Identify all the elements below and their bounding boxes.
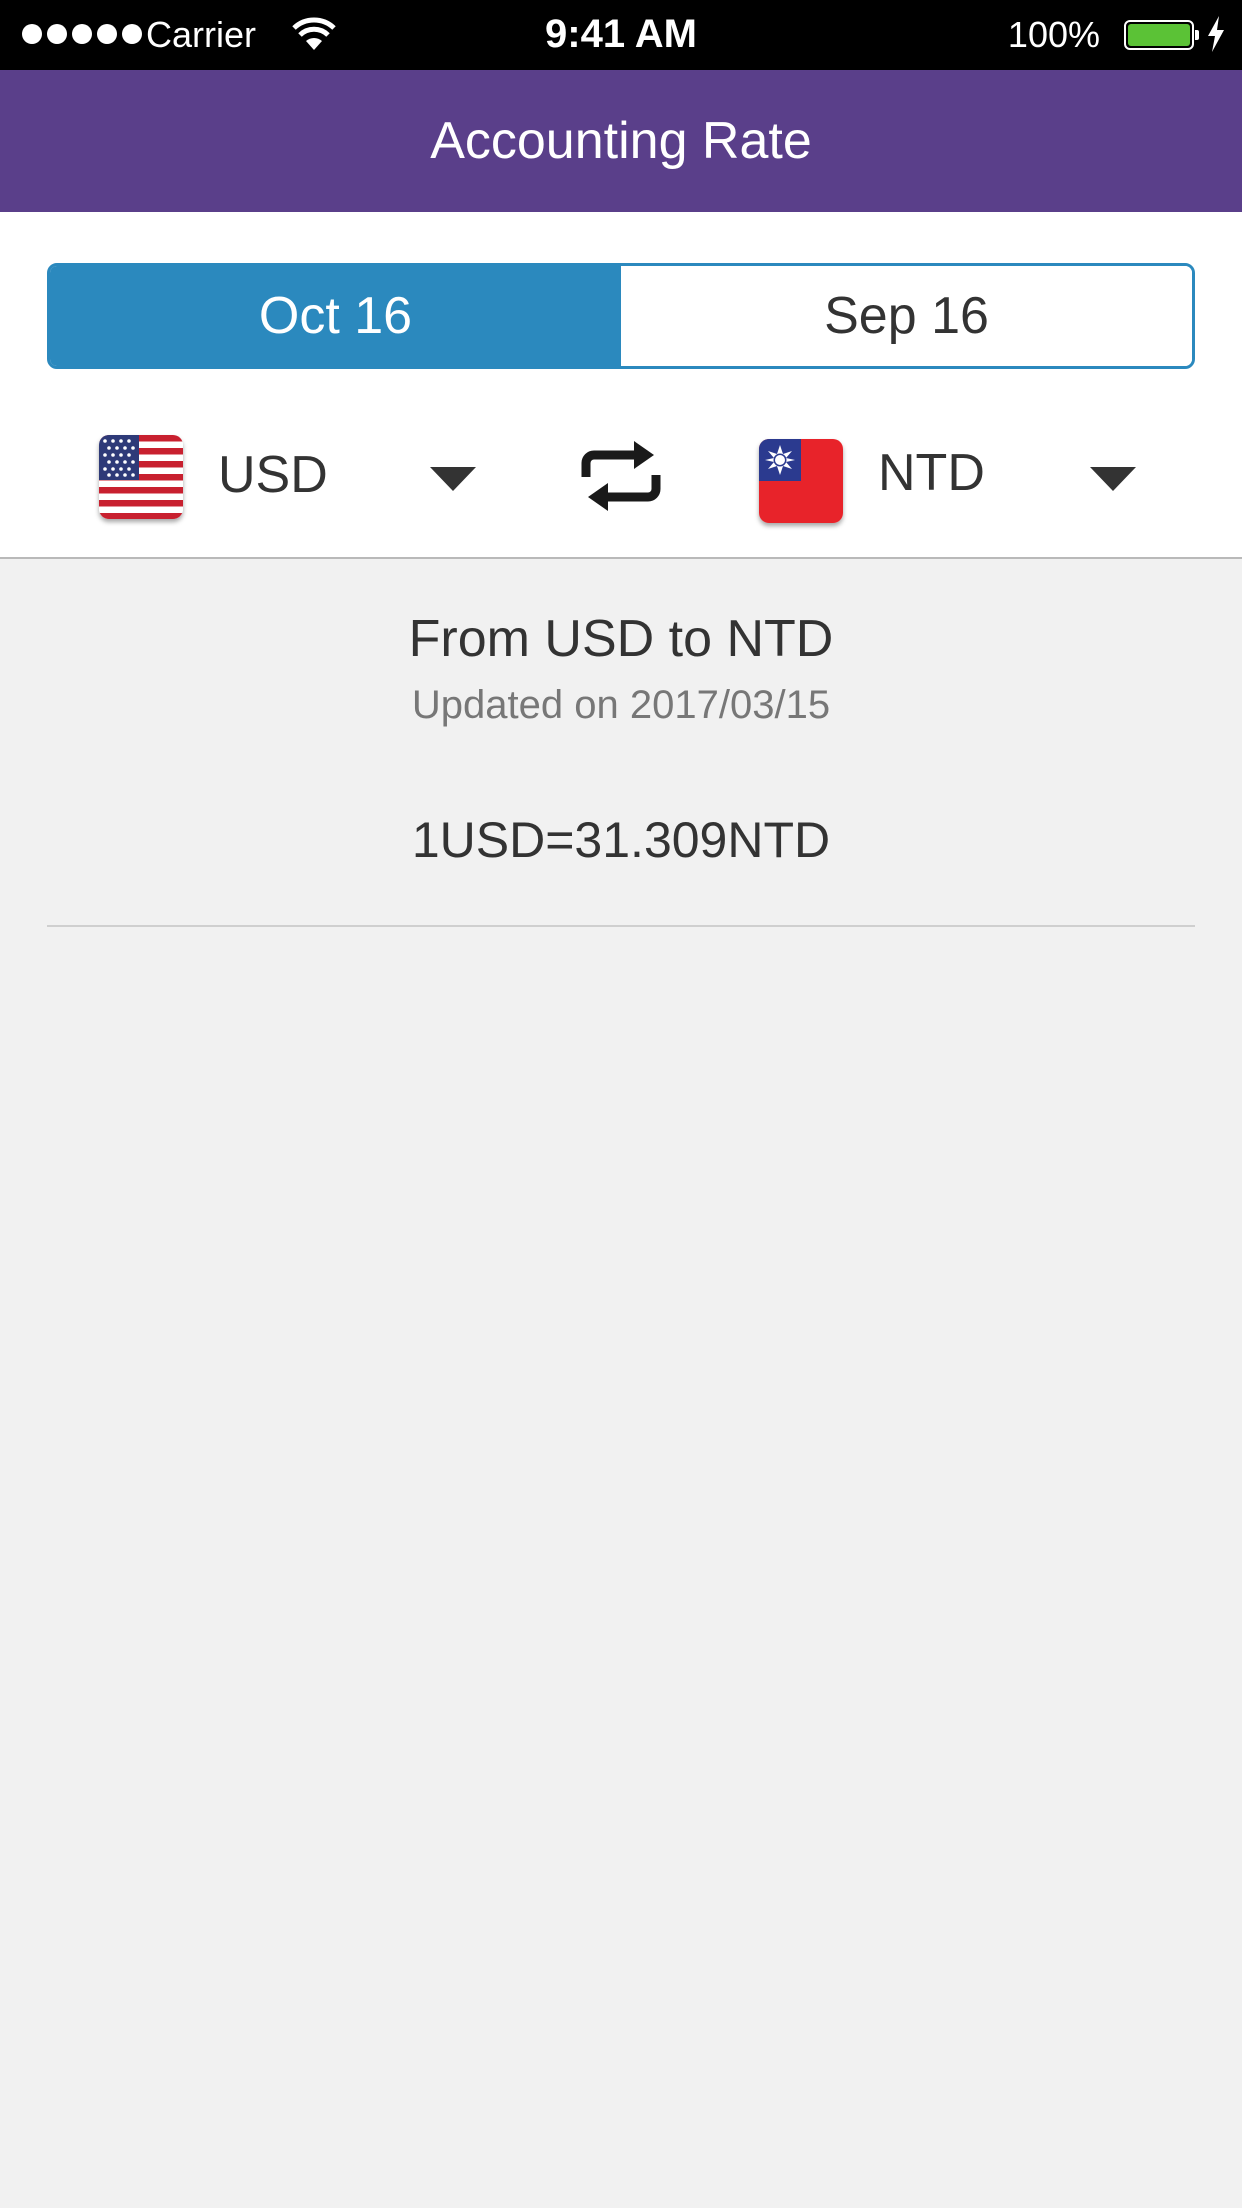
tab-oct-16[interactable]: Oct 16 — [50, 266, 621, 366]
tab-sep-16[interactable]: Sep 16 — [621, 266, 1192, 366]
battery-icon — [1124, 20, 1199, 50]
page-title: Accounting Rate — [430, 112, 812, 170]
swap-currencies-icon[interactable] — [578, 433, 664, 524]
from-currency-label[interactable]: USD — [218, 445, 328, 505]
battery-percentage: 100% — [1007, 14, 1100, 55]
divider — [47, 925, 1195, 927]
from-currency-chevron-down-icon[interactable] — [430, 467, 476, 491]
charging-bolt-icon — [1206, 16, 1226, 57]
to-currency-chevron-down-icon[interactable] — [1090, 467, 1136, 491]
taiwan-flag-icon[interactable] — [759, 439, 843, 523]
currency-selector-row: USD NTD — [0, 417, 1242, 537]
conversion-title: From USD to NTD — [408, 610, 834, 668]
month-segmented-control: Oct 16 Sep 16 — [47, 263, 1195, 369]
status-bar: Carrier 9:41 AM 100% — [0, 0, 1242, 70]
navigation-bar: Accounting Rate — [0, 70, 1242, 212]
updated-date: Updated on 2017/03/15 — [411, 683, 831, 727]
to-currency-label[interactable]: NTD — [878, 443, 985, 503]
us-flag-icon[interactable] — [99, 435, 183, 519]
exchange-rate-value: 1USD=31.309NTD — [411, 812, 831, 868]
controls-panel: Oct 16 Sep 16 USD NTD — [0, 212, 1242, 559]
